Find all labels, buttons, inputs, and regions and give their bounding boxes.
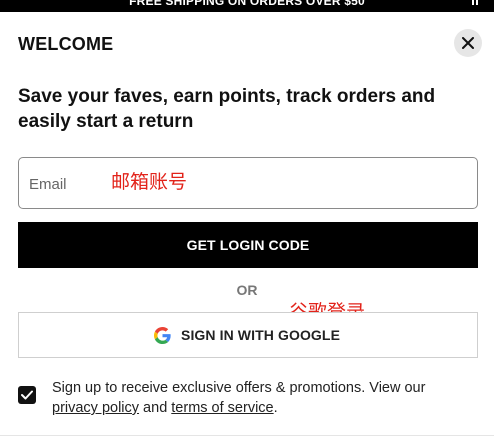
modal-title: WELCOME [18,34,114,54]
bottom-divider [0,435,494,436]
email-annotation: 邮箱账号 [111,171,188,193]
google-icon [154,327,171,344]
promo-text: FREE SHIPPING ON ORDERS OVER $50 [129,0,365,8]
close-icon [462,37,474,49]
consent-text-period: . [273,400,278,416]
close-button[interactable] [454,29,482,57]
consent-text-before: Sign up to receive exclusive offers & pr… [52,380,426,396]
promo-banner: FREE SHIPPING ON ORDERS OVER $50 [0,0,494,12]
consent-text: Sign up to receive exclusive offers & pr… [52,378,472,418]
google-button-label: SIGN IN WITH GOOGLE [181,327,341,343]
modal-headline: Save your faves, earn points, track orde… [18,86,436,132]
get-login-code-button[interactable]: GET LOGIN CODE [18,222,478,268]
terms-of-service-link[interactable]: terms of service [171,400,273,416]
consent-text-and: and [139,400,172,416]
email-field[interactable] [18,157,478,209]
checkmark-icon [21,390,33,400]
consent-checkbox[interactable] [18,386,36,404]
email-input[interactable] [29,172,449,196]
or-divider: OR [236,282,258,298]
privacy-policy-link[interactable]: privacy policy [52,400,139,416]
pause-icon[interactable] [472,0,478,5]
sign-in-google-button[interactable]: SIGN IN WITH GOOGLE [18,312,478,358]
